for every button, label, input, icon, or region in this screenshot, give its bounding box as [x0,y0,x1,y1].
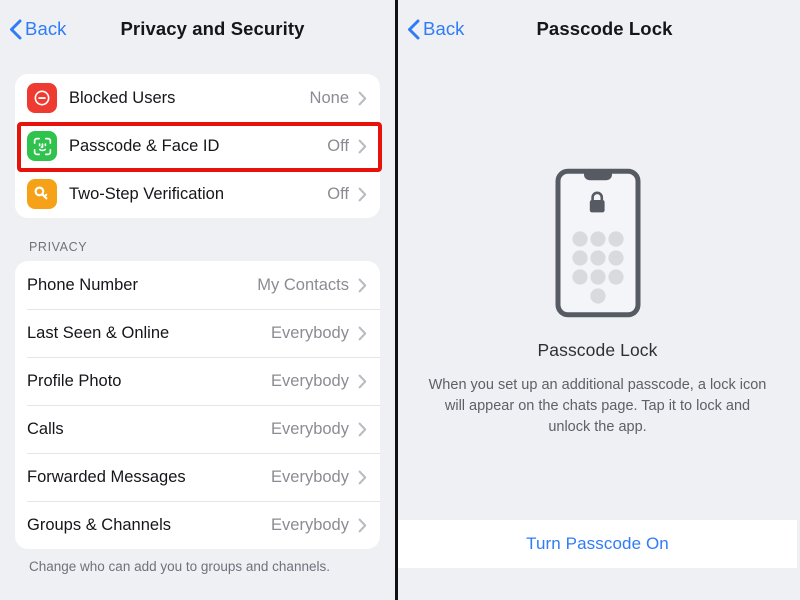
passcode-lock-hero: Passcode Lock When you set up an additio… [398,58,797,438]
back-button-passcode[interactable]: Back [398,18,465,40]
section-footer-privacy: Change who can add you to groups and cha… [29,559,330,574]
hero-description: When you set up an additional passcode, … [428,377,767,436]
settings-row-label: Profile Photo [27,371,122,390]
settings-row-value: Everybody [271,467,349,486]
privacy-settings-card: Phone Number My Contacts Last Seen & Onl… [15,261,380,549]
settings-row-calls[interactable]: Calls Everybody [15,405,380,453]
chevron-right-icon [358,278,367,293]
settings-row-label: Calls [27,419,64,438]
settings-row-two-step-verification[interactable]: Two-Step Verification Off [15,170,380,218]
settings-row-value: Off [327,184,349,203]
settings-row-groups-channels[interactable]: Groups & Channels Everybody [15,501,380,549]
chevron-left-icon [9,19,22,40]
settings-row-blocked-users[interactable]: Blocked Users None [15,74,380,122]
passcode-lock-screen: Back Passcode Lock Passcode Lock When yo… [398,0,797,600]
chevron-right-icon [358,374,367,389]
turn-passcode-on-label: Turn Passcode On [526,534,669,553]
chevron-right-icon [358,470,367,485]
settings-row-label: Phone Number [27,275,138,294]
settings-row-label: Groups & Channels [27,515,171,534]
settings-row-value: Everybody [271,419,349,438]
phone-with-lock-and-keypad-icon [555,168,641,318]
settings-row-value: Everybody [271,371,349,390]
back-button-label: Back [423,18,465,39]
settings-row-label: Forwarded Messages [27,467,186,486]
dual-screenshot-container: Back Privacy and Security Blocked Users … [0,0,800,600]
settings-row-value: Everybody [271,515,349,534]
settings-row-label: Passcode & Face ID [69,136,220,155]
chevron-right-icon [358,326,367,341]
settings-row-last-seen-online[interactable]: Last Seen & Online Everybody [15,309,380,357]
turn-passcode-on-button[interactable]: Turn Passcode On [398,520,797,568]
settings-row-label: Two-Step Verification [69,184,224,203]
settings-row-label: Blocked Users [69,88,176,107]
section-header-privacy: PRIVACY [29,240,88,254]
chevron-left-icon [407,19,420,40]
chevron-right-icon [358,139,367,154]
right-navigation-bar: Back Passcode Lock [398,0,797,58]
settings-row-passcode-face-id[interactable]: Passcode & Face ID Off [15,122,380,170]
settings-row-value: My Contacts [257,275,349,294]
chevron-right-icon [358,422,367,437]
face-id-icon [27,131,57,161]
settings-row-value: Everybody [271,323,349,342]
settings-row-profile-photo[interactable]: Profile Photo Everybody [15,357,380,405]
settings-row-label: Last Seen & Online [27,323,170,342]
settings-row-value: None [309,88,349,107]
settings-row-forwarded-messages[interactable]: Forwarded Messages Everybody [15,453,380,501]
security-settings-card: Blocked Users None Passcode & Face ID Of… [15,74,380,218]
blocked-users-icon [27,83,57,113]
chevron-right-icon [358,518,367,533]
back-button-privacy[interactable]: Back [0,18,67,40]
settings-row-phone-number[interactable]: Phone Number My Contacts [15,261,380,309]
key-icon [27,179,57,209]
left-navigation-bar: Back Privacy and Security [0,0,395,58]
settings-row-value: Off [327,136,349,155]
hero-title: Passcode Lock [537,340,658,360]
chevron-right-icon [358,91,367,106]
privacy-and-security-screen: Back Privacy and Security Blocked Users … [0,0,398,600]
back-button-label: Back [25,18,67,39]
chevron-right-icon [358,187,367,202]
